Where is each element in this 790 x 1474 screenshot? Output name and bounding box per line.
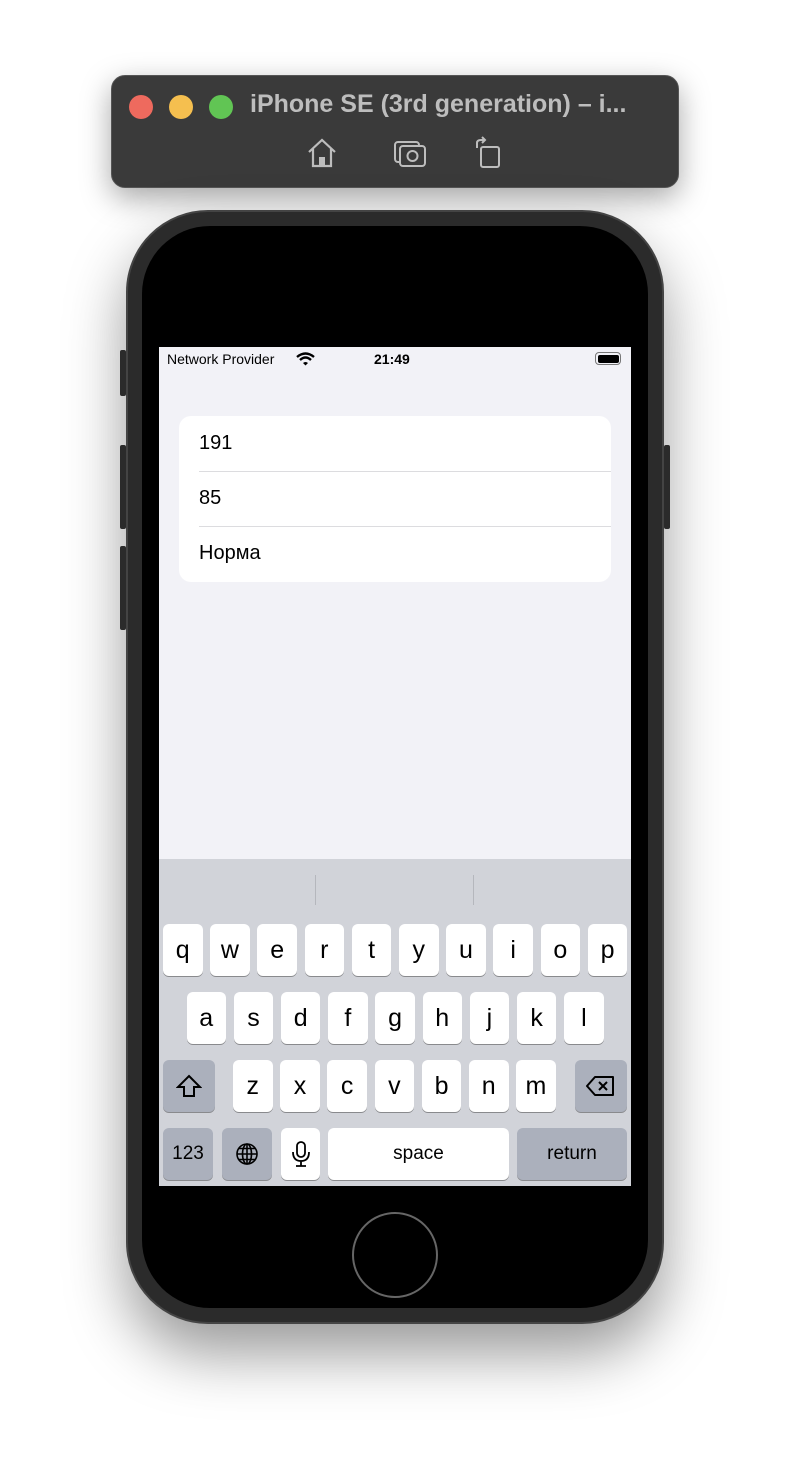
return-key[interactable]: return xyxy=(517,1128,627,1180)
key-d[interactable]: d xyxy=(280,992,321,1044)
key-r[interactable]: r xyxy=(304,924,345,976)
key-v[interactable]: v xyxy=(374,1060,415,1112)
key-n[interactable]: n xyxy=(469,1060,509,1112)
space-key[interactable]: space xyxy=(328,1128,509,1180)
key-m[interactable]: m xyxy=(516,1060,556,1112)
key-o[interactable]: o xyxy=(540,924,581,976)
mute-switch xyxy=(120,350,126,396)
key-u[interactable]: u xyxy=(446,924,486,976)
key-l[interactable]: l xyxy=(564,992,604,1044)
device-screen: Network Provider 21:49 191 85 Норма 123 … xyxy=(159,347,631,1186)
volume-down-button xyxy=(120,546,126,630)
window-title: iPhone SE (3rd generation) – i... xyxy=(250,90,627,118)
delete-icon xyxy=(586,1076,614,1096)
power-button xyxy=(664,445,670,529)
key-k[interactable]: k xyxy=(516,992,557,1044)
shift-key[interactable] xyxy=(163,1060,215,1112)
key-t[interactable]: t xyxy=(351,924,392,976)
key-g[interactable]: g xyxy=(375,992,415,1044)
key-w[interactable]: w xyxy=(210,924,250,976)
screenshot-icon[interactable] xyxy=(393,136,427,170)
zoom-button[interactable] xyxy=(209,95,233,119)
clock: 21:49 xyxy=(374,351,410,367)
status-bar: Network Provider 21:49 xyxy=(159,347,631,371)
key-f[interactable]: f xyxy=(328,992,368,1044)
key-a[interactable]: a xyxy=(186,992,226,1044)
key-h[interactable]: h xyxy=(422,992,462,1044)
simulator-window-titlebar: iPhone SE (3rd generation) – i... xyxy=(111,75,679,188)
key-q[interactable]: q xyxy=(163,924,203,976)
minimize-button[interactable] xyxy=(169,95,193,119)
microphone-icon xyxy=(291,1141,310,1167)
volume-up-button xyxy=(120,445,126,529)
key-i[interactable]: i xyxy=(493,924,533,976)
key-s[interactable]: s xyxy=(233,992,274,1044)
text-field-2[interactable]: 85 xyxy=(199,471,611,526)
key-e[interactable]: e xyxy=(257,924,297,976)
key-x[interactable]: x xyxy=(280,1060,320,1112)
key-j[interactable]: j xyxy=(469,992,510,1044)
form-card: 191 85 Норма xyxy=(179,416,611,582)
key-b[interactable]: b xyxy=(421,1060,462,1112)
globe-icon xyxy=(236,1143,258,1165)
home-icon[interactable] xyxy=(305,136,339,170)
battery-icon xyxy=(595,352,621,365)
keyboard: 123 space return qwertyuiop asdfghjkl zxcv… xyxy=(159,859,631,1186)
shift-icon xyxy=(176,1074,202,1097)
delete-key[interactable] xyxy=(575,1060,627,1112)
key-y[interactable]: y xyxy=(399,924,439,976)
numbers-key[interactable]: 123 xyxy=(163,1128,213,1180)
key-p[interactable]: p xyxy=(587,924,628,976)
suggestion-divider xyxy=(473,875,474,905)
globe-key[interactable] xyxy=(222,1128,272,1180)
close-button[interactable] xyxy=(129,95,153,119)
wifi-icon xyxy=(296,352,315,366)
text-field-1[interactable]: 191 xyxy=(199,416,611,471)
key-z[interactable]: z xyxy=(233,1060,273,1112)
home-button[interactable] xyxy=(352,1212,438,1298)
suggestion-divider xyxy=(315,875,316,905)
dictation-key[interactable] xyxy=(281,1128,320,1180)
key-c[interactable]: c xyxy=(327,1060,367,1112)
carrier-label: Network Provider xyxy=(167,351,275,367)
rotate-icon[interactable] xyxy=(472,136,506,170)
text-field-3[interactable]: Норма xyxy=(199,526,611,581)
